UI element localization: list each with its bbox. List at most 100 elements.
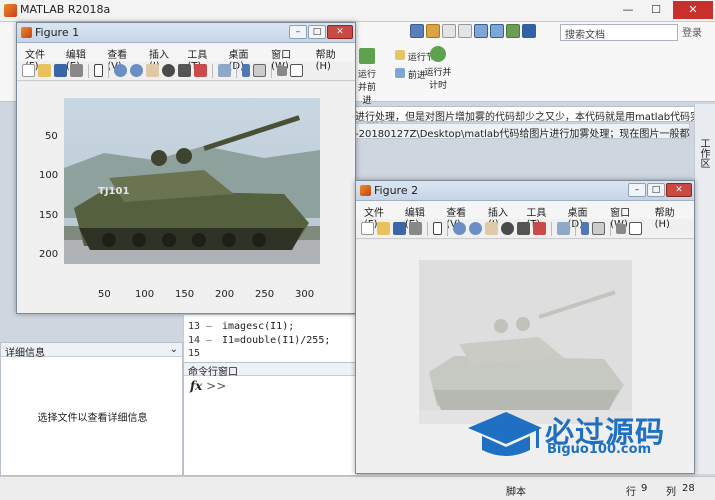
command-prompt[interactable]: fx >> [190,379,226,393]
brush-icon[interactable] [533,222,546,235]
details-header[interactable]: 详细信息 ⌄ [1,343,182,359]
figure-1-title-bar[interactable]: Figure 1 – □ ✕ [17,23,355,43]
fogged-tank-image [419,260,632,424]
print-icon[interactable] [409,222,422,235]
brush-icon[interactable] [194,64,207,77]
link-plot-icon[interactable] [557,222,570,235]
rotate-icon[interactable] [501,222,514,235]
y-tick-label: 150 [39,210,59,221]
menu-file[interactable]: 文件(F) [364,204,394,230]
figure-2-close-button[interactable]: ✕ [666,183,692,197]
pan-icon[interactable] [485,222,498,235]
x-tick-label: 50 [98,289,111,300]
search-docs-input[interactable]: 搜索文档 [560,24,678,41]
legend-icon[interactable] [592,222,605,235]
run-section-icon [395,50,405,60]
watermark-url: Biguo100.com [547,442,652,457]
print-icon[interactable] [70,64,83,77]
svg-text:TJ101: TJ101 [98,186,129,197]
figure-2-title-bar[interactable]: Figure 2 – □ ✕ [356,181,694,201]
open-file-icon[interactable] [377,222,390,235]
menu-help[interactable]: 帮助(H) [316,46,347,72]
pan-icon[interactable] [146,64,159,77]
matlab-title-bar: MATLAB R2018a — ☐ ✕ [0,0,715,22]
minimize-button[interactable]: — [615,1,641,19]
save-icon[interactable] [393,222,406,235]
close-button[interactable]: ✕ [673,1,713,19]
hide-plot-tools-icon[interactable] [616,223,626,234]
function-browser-icon[interactable]: fx [190,379,202,393]
code-line[interactable]: 13— imagesc(I1); [188,321,294,332]
undo-icon[interactable] [474,24,488,38]
x-tick-label: 200 [215,289,235,300]
status-mode: 脚本 [506,487,526,498]
menu-desktop[interactable]: 桌面(D) [229,46,261,72]
figure-2-minimize-button[interactable]: – [628,183,646,197]
menu-desktop[interactable]: 桌面(D) [568,204,600,230]
maximize-button[interactable]: ☐ [643,1,669,19]
menu-insert[interactable]: 插入(I) [149,46,176,72]
colorbar-icon[interactable] [242,64,250,77]
y-tick-label: 200 [39,249,59,260]
command-window-header: 命令行窗口 [184,363,357,378]
chevron-down-icon[interactable]: ⌄ [170,344,178,355]
menu-view[interactable]: 查看(V) [446,204,477,230]
quick-access-toolbar [410,24,536,42]
graduation-cap-logo-icon [468,412,542,456]
figure-2-maximize-button[interactable]: □ [647,183,665,197]
menu-file[interactable]: 文件(F) [25,46,55,72]
sign-in-link[interactable]: 登录 [682,24,702,39]
zoom-out-icon[interactable] [130,64,143,77]
zoom-in-icon[interactable] [453,222,466,235]
paste-icon[interactable] [458,24,472,38]
hide-plot-tools-icon[interactable] [277,65,287,76]
tank-image: TJ101 [64,98,320,264]
menu-window[interactable]: 窗口(W) [271,46,305,72]
data-cursor-icon[interactable] [178,64,191,77]
data-cursor-icon[interactable] [517,222,530,235]
code-editor[interactable]: 13— imagesc(I1); 14— I1=double(I1)/255; 15 [183,315,358,363]
figure-1-maximize-button[interactable]: □ [308,25,326,39]
save-icon[interactable] [54,64,67,77]
rotate-icon[interactable] [162,64,175,77]
workspace-tab[interactable]: 工作区 [697,138,711,168]
figure-1-window[interactable]: Figure 1 – □ ✕ 文件(F) 编辑(E) 查看(V) 插入(I) 工… [16,22,356,314]
command-window[interactable]: 命令行窗口 fx >> [183,362,358,476]
open-file-icon[interactable] [38,64,51,77]
advance-button[interactable]: 前进 [395,68,426,81]
show-plot-tools-icon[interactable] [290,64,303,77]
zoom-out-icon[interactable] [469,222,482,235]
details-pane: 详细信息 ⌄ 选择文件以查看详细信息 [0,342,183,476]
figure-1-close-button[interactable]: ✕ [327,25,353,39]
code-line[interactable]: 14— I1=double(I1)/255; [188,335,330,346]
new-figure-icon[interactable] [361,222,374,235]
cut-icon[interactable] [426,24,440,38]
edit-plot-icon[interactable] [433,222,442,235]
menu-tools[interactable]: 工具(T) [526,204,556,230]
status-bar: 脚本 行 9 列 28 [0,476,715,500]
switch-windows-icon[interactable] [506,24,520,38]
x-tick-label: 100 [135,289,155,300]
run-and-time-button[interactable]: 运行并计时 [424,46,452,91]
link-plot-icon[interactable] [218,64,231,77]
help-icon[interactable] [522,24,536,38]
zoom-in-icon[interactable] [114,64,127,77]
show-plot-tools-icon[interactable] [629,222,642,235]
menu-help[interactable]: 帮助(H) [655,204,686,230]
copy-icon[interactable] [442,24,456,38]
redo-icon[interactable] [490,24,504,38]
new-figure-icon[interactable] [22,64,35,77]
save-icon[interactable] [410,24,424,38]
menu-edit[interactable]: 编辑(E) [405,204,435,230]
menu-insert[interactable]: 插入(I) [488,204,515,230]
menu-edit[interactable]: 编辑(E) [66,46,96,72]
menu-window[interactable]: 窗口(W) [610,204,644,230]
menu-tools[interactable]: 工具(T) [187,46,217,72]
edit-plot-icon[interactable] [94,64,103,77]
menu-view[interactable]: 查看(V) [107,46,138,72]
code-line[interactable]: 15 [188,348,206,359]
run-and-advance-button[interactable]: 运行并前进 [354,48,380,106]
colorbar-icon[interactable] [581,222,589,235]
legend-icon[interactable] [253,64,266,77]
figure-1-minimize-button[interactable]: – [289,25,307,39]
